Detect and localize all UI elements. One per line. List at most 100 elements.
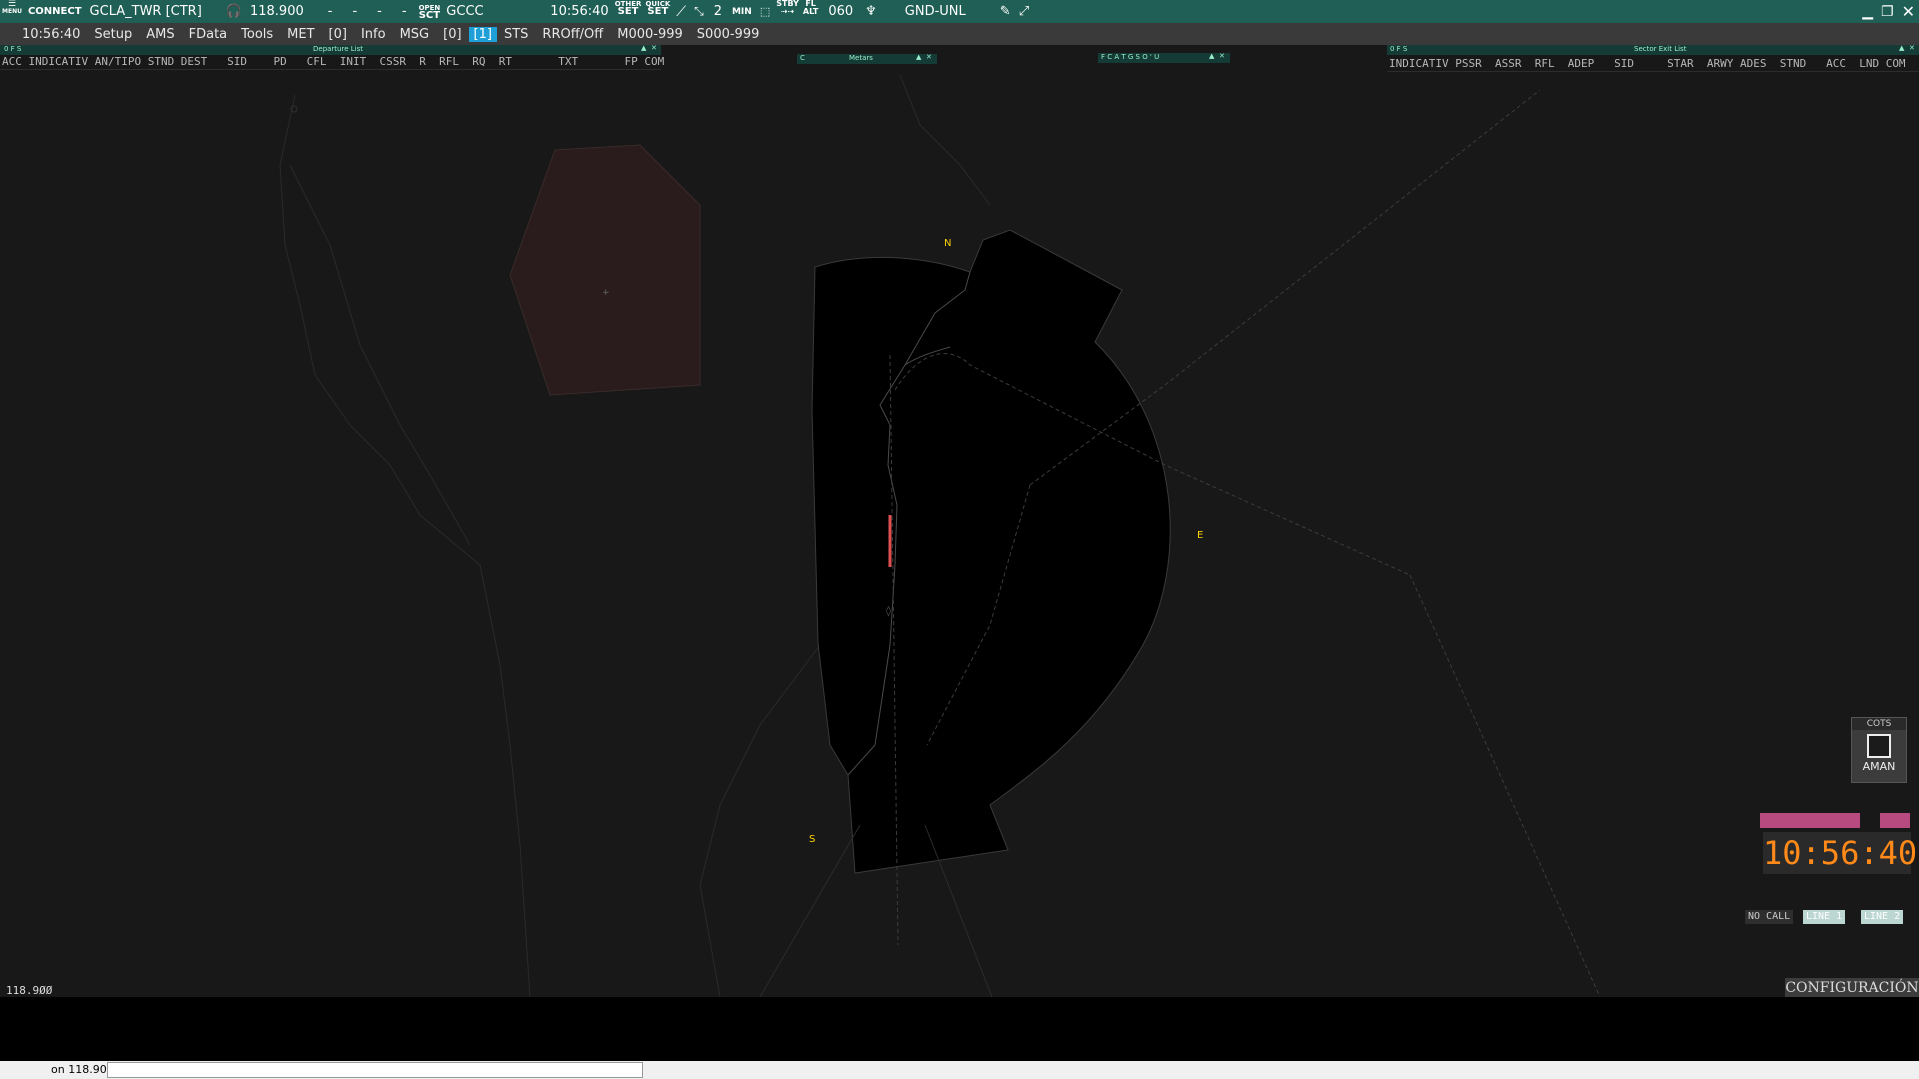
departure-list-collapse-icon[interactable]: ▲ — [641, 44, 646, 52]
command-label: on 118.900 — [51, 1063, 114, 1076]
primary-frequency[interactable]: 118.900 — [246, 0, 318, 23]
clock-status-bar — [1760, 813, 1860, 828]
aman-label: AMAN — [1862, 760, 1896, 773]
quick-set-bottom: SET — [647, 6, 669, 17]
menu-ams[interactable]: AMS — [139, 27, 181, 42]
coast-south — [759, 824, 861, 997]
sector-label: GCCC — [446, 4, 484, 19]
menu-mode-m[interactable]: M000-999 — [610, 27, 690, 42]
configuration-button[interactable]: CONFIGURACIÓN — [1785, 978, 1919, 998]
menu-info[interactable]: Info — [354, 27, 393, 42]
clock-status-bar-small — [1880, 813, 1910, 828]
departure-list-close-icon[interactable]: ✕ — [651, 44, 657, 52]
freq-dash-4[interactable]: - — [392, 0, 417, 23]
menu-mode-s[interactable]: S000-999 — [690, 27, 767, 42]
line-2-button[interactable]: LINE 2 — [1861, 910, 1904, 924]
menu-fdata[interactable]: FData — [182, 27, 235, 42]
pen-icon[interactable]: ✎ — [996, 0, 1015, 23]
no-call-button[interactable]: NO CALL — [1745, 910, 1794, 924]
fcat-title[interactable]: F C A T G S O ' U — [1101, 53, 1159, 61]
other-set-button[interactable]: OTHER SET — [613, 0, 644, 23]
restore-icon[interactable]: ❐ — [1877, 0, 1898, 23]
wind-icon[interactable]: ♆ — [861, 0, 881, 23]
message-panel — [0, 997, 1919, 1061]
fcat-collapse-icon[interactable]: ▲ — [1209, 52, 1214, 60]
minimize-icon[interactable]: ▁ — [1858, 0, 1877, 23]
stby-arrow-icon: ⇢⇢ — [780, 7, 795, 16]
ruler-icon[interactable]: ⤡ — [690, 0, 708, 23]
freq-dash-2[interactable]: - — [342, 0, 367, 23]
top-toolbar: ☰ MENU CONNECT GCLA_TWR [CTR] 🎧 118.900 … — [0, 0, 1919, 23]
menu-tools[interactable]: Tools — [234, 27, 280, 42]
aman-checkbox[interactable] — [1867, 734, 1891, 758]
radar-scope[interactable]: + ◊ — [0, 45, 1919, 997]
min-button[interactable]: MIN — [728, 0, 756, 23]
metars-flag[interactable]: C — [800, 54, 805, 62]
menu-highlight-count[interactable]: [1] — [468, 26, 497, 42]
menu-rroff[interactable]: RROff/Off — [535, 27, 610, 42]
satellite-icon[interactable]: ⟋ — [672, 0, 690, 23]
close-icon[interactable]: ✕ — [1898, 0, 1919, 23]
utc-clock: 10:56:40 — [1763, 832, 1918, 874]
open-sct-bottom: SCT — [418, 9, 441, 21]
departure-list-header[interactable]: 0 F S Departure List ▲ ✕ — [0, 44, 661, 55]
line-1-button[interactable]: LINE 1 — [1803, 910, 1846, 924]
metars-title: Metars — [849, 54, 873, 62]
fcat-close-icon[interactable]: ✕ — [1219, 52, 1225, 60]
command-input[interactable] — [107, 1062, 643, 1078]
scale-icon[interactable]: ⤢ — [1015, 0, 1033, 23]
sector-exit-list-collapse-icon[interactable]: ▲ — [1899, 44, 1904, 52]
menu-setup[interactable]: Setup — [87, 27, 139, 42]
open-sector-button[interactable]: OPEN SCT — [417, 0, 443, 23]
menu-time: 10:56:40 — [22, 26, 81, 42]
fcat-header[interactable]: F C A T G S O ' U ▲ ✕ — [1098, 52, 1230, 63]
restricted-area — [509, 144, 701, 396]
sector-exit-list-header[interactable]: 0 F S Sector Exit List ▲ ✕ — [1387, 44, 1919, 55]
sector-exit-list-divider — [1387, 71, 1919, 72]
callsign-label: GCLA_TWR [CTR] — [89, 4, 202, 19]
departure-list-flags[interactable]: 0 F S — [4, 45, 21, 53]
compass-north: N — [944, 238, 952, 249]
freq-dash-1[interactable]: - — [318, 0, 343, 23]
departure-list-divider — [0, 69, 661, 70]
command-bar: on 118.900 — [0, 1061, 1919, 1079]
fl-value[interactable]: 060 — [820, 0, 861, 23]
menu-icon: ☰ — [7, 0, 17, 9]
quick-set-button[interactable]: QUICK SET — [643, 0, 672, 23]
airport-marker: ◊ — [886, 605, 891, 617]
compass-east: E — [1197, 530, 1204, 541]
departure-list-title: Departure List — [313, 45, 363, 53]
menu-met-count[interactable]: [0] — [322, 27, 354, 42]
menu-met[interactable]: MET — [280, 27, 321, 42]
menu-msg-count[interactable]: [0] — [436, 27, 468, 42]
menu-bar: 10:56:40 Setup AMS FData Tools MET [0] I… — [0, 23, 1919, 45]
menu-label: MENU — [2, 8, 22, 15]
cots-panel: COTS AMAN — [1851, 717, 1907, 783]
metars-close-icon[interactable]: ✕ — [926, 53, 932, 61]
cots-title: COTS — [1852, 718, 1906, 730]
metars-header[interactable]: C Metars ▲ ✕ — [797, 53, 937, 64]
level-range[interactable]: GND-UNL — [881, 0, 996, 23]
frequency-display: 118.9ØØ — [6, 984, 53, 997]
sector-exit-list-close-icon[interactable]: ✕ — [1909, 44, 1915, 52]
alt-label: ALT — [802, 7, 819, 16]
sector-exit-list-flags[interactable]: 0 F S — [1390, 45, 1407, 53]
compass-south: S — [809, 834, 816, 845]
count-label: 2 — [713, 4, 722, 19]
sector-exit-list-title: Sector Exit List — [1634, 45, 1687, 53]
fl-alt-button[interactable]: FL ALT — [801, 0, 820, 23]
menu-msg[interactable]: MSG — [393, 27, 437, 42]
utc-time: 10:56:40 — [550, 4, 609, 19]
stby-button[interactable]: STBY ⇢⇢ — [774, 0, 801, 23]
departure-list-columns: ACC INDICATIV AN/TIPO STND DEST SID PD C… — [2, 55, 665, 68]
cursor-icon[interactable]: ⬚ — [756, 0, 774, 23]
restricted-area-center: + — [602, 288, 610, 298]
menu-button[interactable]: ☰ MENU — [0, 0, 24, 23]
headset-icon[interactable]: 🎧 — [222, 0, 246, 23]
metars-collapse-icon[interactable]: ▲ — [916, 53, 921, 61]
airspace-sector — [811, 229, 1171, 874]
connect-button[interactable]: CONNECT — [24, 0, 86, 23]
menu-sts[interactable]: STS — [497, 27, 535, 42]
other-set-bottom: SET — [617, 6, 639, 17]
freq-dash-3[interactable]: - — [367, 0, 392, 23]
